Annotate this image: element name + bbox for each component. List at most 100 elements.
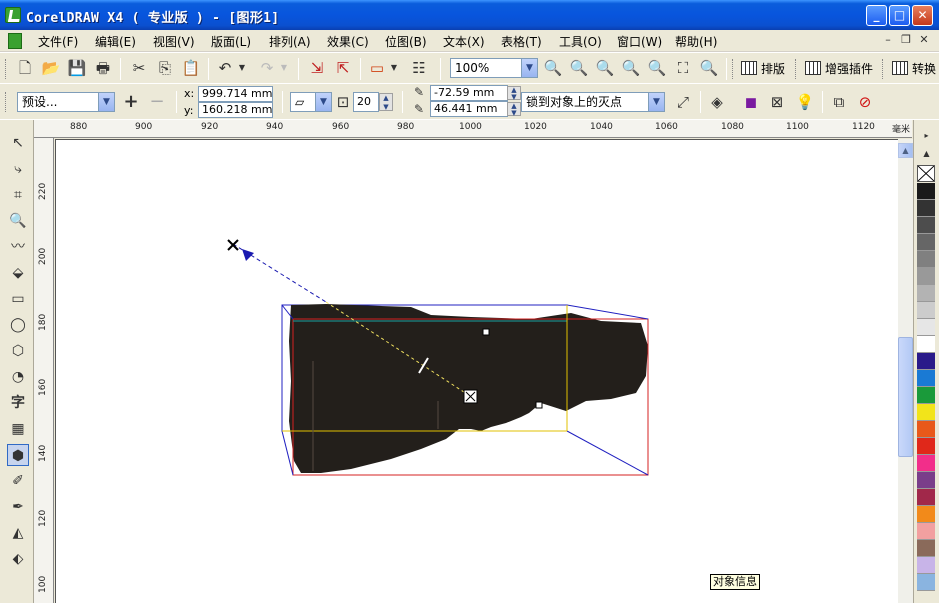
outline-tool-icon[interactable]: ✒ (7, 496, 29, 518)
zoom-all-objects-icon[interactable]: 🔍 (620, 57, 642, 79)
extrude-color-icon[interactable]: ◼ (740, 91, 762, 113)
doc-close-icon[interactable]: ✕ (916, 33, 932, 48)
extrusion-type-combo[interactable]: ▱ ▼ (290, 92, 332, 112)
drawing-canvas[interactable] (55, 139, 898, 603)
maximize-button[interactable]: □ (889, 5, 910, 26)
menu-arrange[interactable]: 排列(A) (269, 33, 311, 50)
ellipse-tool-icon[interactable]: ◯ (7, 314, 29, 336)
color-swatch[interactable] (917, 370, 935, 387)
extrude-lighting-icon[interactable]: 💡 (794, 91, 816, 113)
interactive-extrude-tool-icon[interactable]: ⬢ (7, 444, 29, 466)
copy-extrude-properties-icon[interactable]: ⧉ (828, 91, 850, 113)
color-swatch[interactable] (917, 506, 935, 523)
menu-text[interactable]: 文本(X) (443, 33, 485, 50)
save-icon[interactable]: 💾 (66, 57, 88, 79)
extrude-rotation-icon[interactable]: ◈ (706, 91, 728, 113)
zoom-in-icon[interactable]: 🔍 (542, 57, 564, 79)
vanishing-point-lock-combo[interactable]: 锁到对象上的灭点 ▼ (521, 92, 665, 112)
interactive-fill-tool-icon[interactable]: ⬖ (7, 548, 29, 570)
print-icon[interactable]: 🖶 (92, 57, 114, 79)
scroll-thumb[interactable] (898, 337, 913, 457)
plugin-convert-button[interactable]: 转换 (892, 58, 936, 80)
doc-restore-icon[interactable]: ❐ (898, 33, 914, 48)
color-swatch[interactable] (917, 217, 935, 234)
color-swatch[interactable] (917, 234, 935, 251)
vanishing-point-y-field[interactable]: 46.441 mm (430, 101, 508, 117)
menu-window[interactable]: 窗口(W) (617, 33, 662, 50)
undo-dropdown-icon[interactable]: ▼ (236, 57, 248, 79)
shape-tool-icon[interactable]: ⤷ (7, 158, 29, 180)
toolbar-grip[interactable] (882, 59, 885, 79)
crop-tool-icon[interactable]: ⌗ (7, 184, 29, 206)
color-swatch[interactable] (917, 523, 935, 540)
fill-tool-icon[interactable]: ◭ (7, 522, 29, 544)
basic-shapes-tool-icon[interactable]: ◔ (7, 366, 29, 388)
zoom-selected-icon[interactable]: 🔍 (594, 57, 616, 79)
horizontal-ruler[interactable]: 880 900 920 940 960 980 1000 1020 1040 1… (34, 120, 912, 138)
toolbar-grip[interactable] (5, 59, 8, 79)
pick-tool-icon[interactable]: ↖ (7, 132, 29, 154)
cut-icon[interactable]: ✂ (128, 57, 150, 79)
control-handle[interactable] (482, 328, 490, 336)
color-swatch[interactable] (917, 183, 935, 200)
depth-spinner[interactable]: ▲ ▼ (379, 93, 393, 111)
color-swatch[interactable] (917, 438, 935, 455)
vp-lock-dropdown-icon[interactable]: ▼ (648, 93, 664, 111)
copy-icon[interactable]: ⎘ (154, 57, 176, 79)
paste-icon[interactable]: 📋 (180, 57, 202, 79)
extrusion-type-dropdown-icon[interactable]: ▼ (315, 93, 331, 111)
color-swatch[interactable] (917, 557, 935, 574)
rectangle-tool-icon[interactable]: ▭ (7, 288, 29, 310)
freehand-tool-icon[interactable]: 〰 (7, 236, 29, 258)
color-swatch[interactable] (917, 268, 935, 285)
coreldraw-app-icon[interactable] (5, 7, 21, 23)
color-swatch[interactable] (917, 285, 935, 302)
polygon-tool-icon[interactable]: ⬡ (7, 340, 29, 362)
plugin-layout-button[interactable]: 排版 (741, 58, 785, 80)
menu-view[interactable]: 视图(V) (153, 33, 195, 50)
menu-edit[interactable]: 编辑(E) (95, 33, 136, 50)
color-swatch[interactable] (917, 489, 935, 506)
launcher-dropdown-icon[interactable]: ▼ (388, 57, 400, 79)
preset-combo[interactable]: 预设... ▼ (17, 92, 115, 112)
palette-menu-icon[interactable]: ▸ (920, 130, 933, 142)
menu-bitmaps[interactable]: 位图(B) (385, 33, 427, 50)
minimize-button[interactable]: _ (866, 5, 887, 26)
scroll-up-icon[interactable]: ▲ (898, 143, 913, 158)
zoom-level-combo[interactable]: 100% ▼ (450, 58, 538, 78)
vp-y-spinner[interactable]: ▲ ▼ (507, 102, 521, 117)
application-launcher-icon[interactable]: ▭ (366, 57, 388, 79)
vanishing-point-x-field[interactable]: -72.59 mm (430, 85, 508, 101)
color-swatch[interactable] (917, 353, 935, 370)
color-swatch[interactable] (917, 421, 935, 438)
export-icon[interactable]: ⇱ (332, 57, 354, 79)
zoom-page-icon[interactable]: 🔍 (646, 57, 668, 79)
doc-minimize-icon[interactable]: – (880, 33, 896, 48)
color-swatch[interactable] (917, 200, 935, 217)
menu-tools[interactable]: 工具(O) (559, 33, 602, 50)
zoom-out-icon[interactable]: 🔍 (568, 57, 590, 79)
preset-dropdown-icon[interactable]: ▼ (98, 93, 114, 111)
zoom-width-icon[interactable]: ⛶ (672, 57, 694, 79)
zoom-height-icon[interactable]: 🔍 (698, 57, 720, 79)
vp-x-spinner[interactable]: ▲ ▼ (507, 86, 521, 101)
welcome-screen-icon[interactable]: ☷ (408, 57, 430, 79)
smart-fill-tool-icon[interactable]: ⬙ (7, 262, 29, 284)
menu-help[interactable]: 帮助(H) (675, 33, 717, 50)
eyedropper-tool-icon[interactable]: ✐ (7, 470, 29, 492)
close-button[interactable]: ✕ (912, 5, 933, 26)
vanishing-point-property-icon[interactable]: ⤢ (672, 91, 694, 113)
color-swatch[interactable] (917, 302, 935, 319)
toolbar-grip[interactable] (795, 59, 798, 79)
new-document-icon[interactable]: 🗋 (14, 57, 36, 79)
zoom-tool-icon[interactable]: 🔍 (7, 210, 29, 232)
menu-effects[interactable]: 效果(C) (327, 33, 369, 50)
color-swatch[interactable] (917, 404, 935, 421)
redo-dropdown-icon[interactable]: ▼ (278, 57, 290, 79)
import-icon[interactable]: ⇲ (306, 57, 328, 79)
depth-field[interactable]: 20 (353, 92, 379, 112)
text-tool-icon[interactable]: 字 (7, 392, 29, 414)
color-swatch[interactable] (917, 387, 935, 404)
color-swatch[interactable] (917, 455, 935, 472)
menu-layout[interactable]: 版面(L) (211, 33, 251, 50)
